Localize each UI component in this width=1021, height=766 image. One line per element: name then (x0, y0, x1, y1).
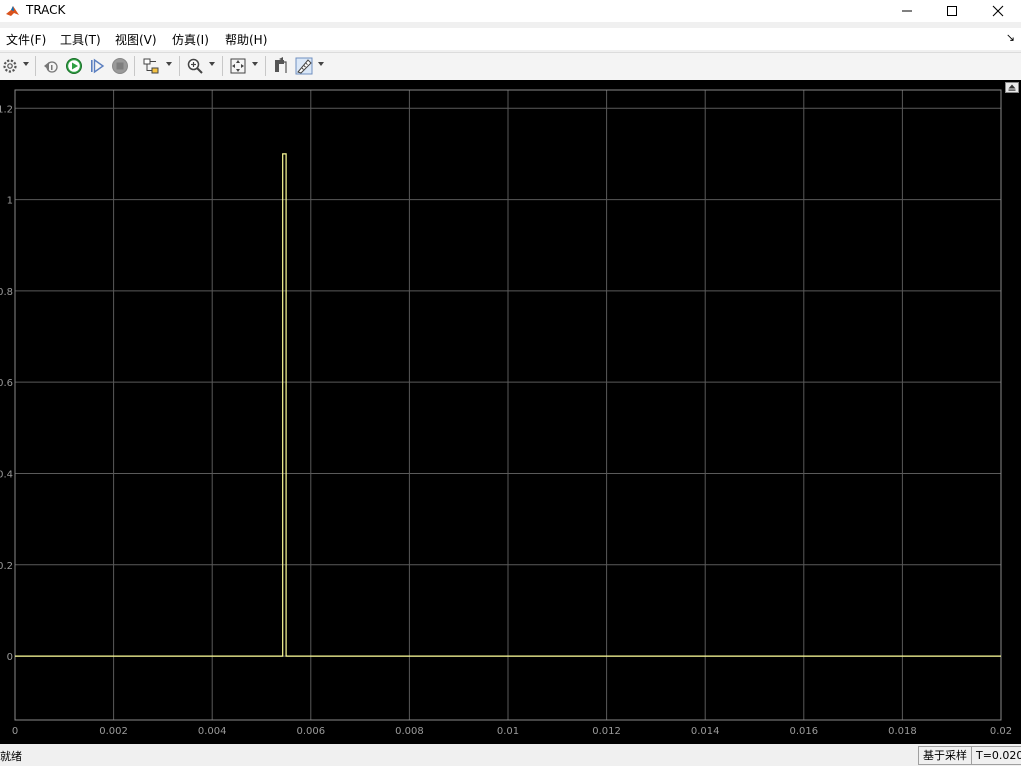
toolbar-separator (265, 56, 266, 76)
x-tick-label: 0.006 (296, 726, 325, 737)
stop-icon[interactable] (111, 57, 129, 75)
minimize-icon (902, 10, 912, 12)
matlab-app-icon (5, 3, 20, 18)
toolbar-separator (35, 56, 36, 76)
step-back-icon[interactable] (42, 57, 60, 75)
minimize-button[interactable] (885, 0, 929, 22)
sampling-mode-indicator: 基于采样 (918, 746, 972, 765)
menu-help[interactable]: 帮助(H) (225, 31, 267, 48)
menu-tools[interactable]: 工具(T) (60, 31, 101, 48)
x-tick-label: 0.012 (592, 726, 621, 737)
toolbar (0, 52, 1021, 81)
y-tick-label: 0.6 (0, 378, 13, 389)
y-tick-label: 0.8 (0, 287, 13, 298)
measurement-ruler-icon[interactable] (295, 57, 313, 75)
maximize-button[interactable] (930, 0, 974, 22)
grid-lines (14, 90, 1002, 720)
x-tick-label: 0.002 (99, 726, 128, 737)
maximize-icon (947, 6, 957, 16)
status-text: 就绪 (0, 750, 22, 763)
title-bar: TRACK (0, 0, 1021, 22)
x-tick-labels: 0 0.002 0.004 0.006 0.008 0.01 0.012 0.014 0.016… (12, 726, 1012, 737)
settings-dropdown-icon[interactable] (23, 61, 29, 67)
x-tick-label: 0.004 (198, 726, 227, 737)
status-bar: 就绪 基于采样 T=0.020 (0, 744, 1021, 766)
toolbar-separator (134, 56, 135, 76)
y-tick-label: 1.2 (0, 104, 13, 115)
x-tick-label: 0.016 (789, 726, 818, 737)
run-icon[interactable] (65, 57, 83, 75)
window-title: TRACK (26, 3, 66, 17)
y-tick-labels: 1.2 1 0.8 0.6 0.4 0.2 0 (0, 104, 13, 663)
signal-selector-dropdown-icon[interactable] (166, 61, 172, 67)
x-tick-label: 0.018 (888, 726, 917, 737)
close-button[interactable] (976, 0, 1020, 22)
menu-file[interactable]: 文件(F) (6, 31, 46, 48)
close-icon (992, 5, 1004, 17)
settings-gear-icon[interactable] (1, 57, 19, 75)
signal-selector-icon[interactable] (142, 57, 160, 75)
autoscale-dropdown-icon[interactable] (252, 61, 258, 67)
x-tick-label: 0.01 (497, 726, 519, 737)
menu-bar: 文件(F) 工具(T) 视图(V) 仿真(I) 帮助(H) ↘ (0, 28, 1021, 50)
x-tick-label: 0 (12, 726, 18, 737)
undock-icon[interactable] (1005, 82, 1019, 93)
x-tick-label: 0.02 (990, 726, 1012, 737)
zoom-icon[interactable] (186, 57, 204, 75)
measurement-dropdown-icon[interactable] (318, 61, 324, 67)
y-tick-label: 1 (7, 196, 13, 207)
menu-dock-arrow-icon[interactable]: ↘ (1006, 31, 1015, 44)
toolbar-separator (222, 56, 223, 76)
y-tick-label: 0.4 (0, 469, 13, 480)
y-tick-label: 0 (7, 652, 13, 663)
zoom-dropdown-icon[interactable] (209, 61, 215, 67)
highlight-block-icon[interactable] (271, 57, 289, 75)
step-forward-icon[interactable] (88, 57, 106, 75)
x-tick-label: 0.008 (395, 726, 424, 737)
simulation-time-indicator: T=0.020 (971, 746, 1021, 765)
scope-chart[interactable]: 1.210.80.60.40.20 0 0.002 0.004 0.006 0.008 0… (0, 80, 1021, 744)
toolbar-separator (179, 56, 180, 76)
menu-simulation[interactable]: 仿真(I) (172, 31, 209, 48)
scope-plot-area[interactable]: 1.2 1 0.8 0.6 0.4 0.2 0 0 0.002 0.004 0.006 0.008 0… (0, 80, 1021, 744)
autoscale-icon[interactable] (229, 57, 247, 75)
y-tick-label: 0.2 (0, 561, 13, 572)
menu-view[interactable]: 视图(V) (115, 31, 157, 48)
x-tick-label: 0.014 (691, 726, 720, 737)
